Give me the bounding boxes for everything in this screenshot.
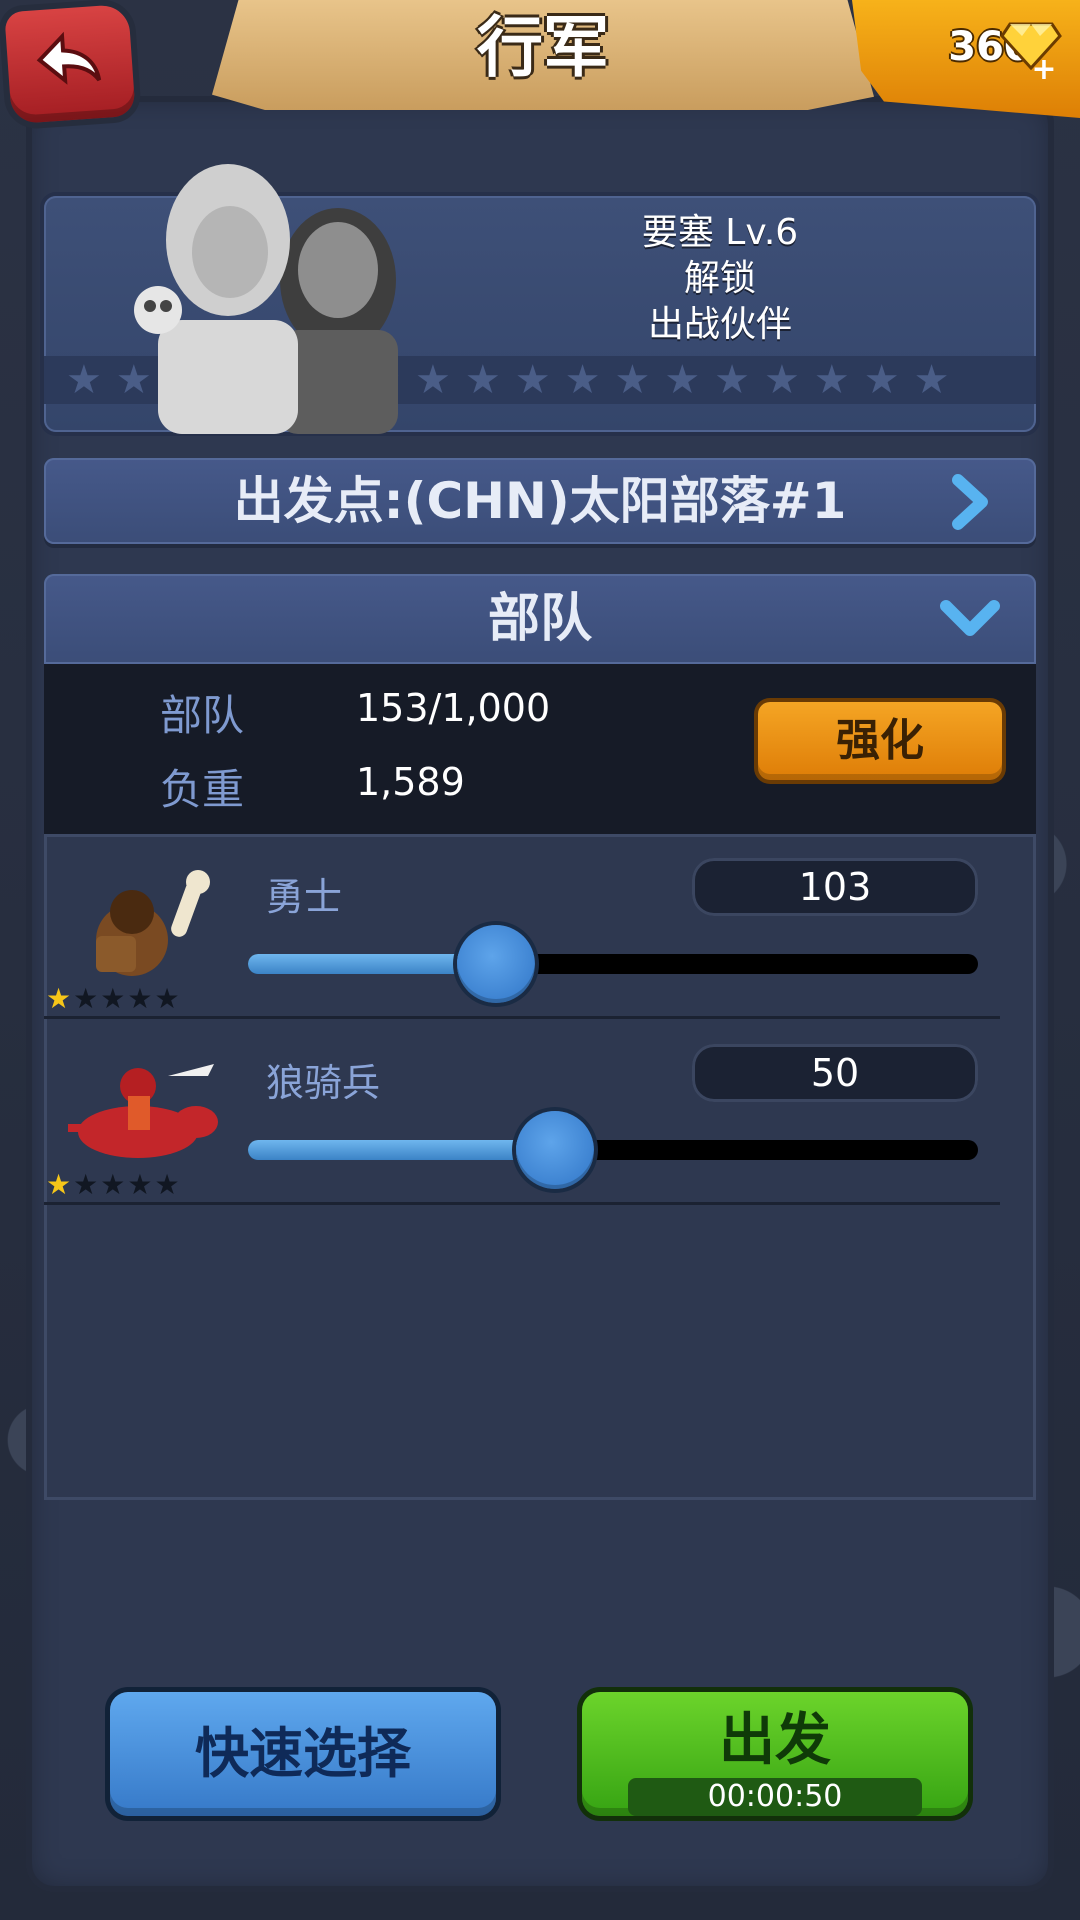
star-icon: ★: [154, 982, 182, 1015]
star-icon: ★: [73, 982, 101, 1015]
chevron-right-icon[interactable]: [948, 474, 994, 530]
warrior-slider-knob[interactable]: [457, 925, 536, 1003]
star-icon: ★: [73, 1168, 101, 1201]
march-timer: 00:00:50: [707, 1779, 843, 1814]
star-icon: ★: [46, 1168, 74, 1201]
unlock-label: 解锁: [683, 258, 756, 299]
plus-icon[interactable]: +: [1030, 55, 1058, 85]
back-arrow-icon: [36, 31, 102, 85]
origin-label: 出发点:(CHN)太阳部落#1: [233, 472, 847, 530]
row-divider: [44, 1016, 1000, 1019]
quick-select-label: 快速选择: [195, 1722, 411, 1785]
back-button[interactable]: [4, 3, 136, 125]
warrior-count-input[interactable]: 103: [692, 858, 978, 916]
star-icon: ★: [100, 1168, 128, 1201]
star-icon: ★: [127, 982, 155, 1015]
row-divider: [44, 1202, 1000, 1205]
star-icon: ★: [100, 982, 128, 1015]
troops-section-title: 部队: [487, 589, 592, 649]
warrior-rank-stars: ★★★★★: [46, 982, 182, 1015]
unlock-feature: 出战伙伴: [647, 304, 792, 345]
wolf-rider-unit-icon: [68, 1064, 218, 1158]
wolf-rider-slider-fill: [248, 1140, 555, 1160]
partner-heroes-image: [134, 164, 398, 434]
load-value: 1,589: [356, 760, 465, 804]
depart-label: 出发: [719, 1708, 831, 1773]
chevron-down-icon[interactable]: [938, 596, 1002, 642]
wolf-rider-count-input[interactable]: 50: [692, 1044, 978, 1102]
page-title: 行军: [477, 9, 609, 86]
wolf-rider-rank-stars: ★★★★★: [46, 1168, 182, 1201]
load-label: 负重: [160, 765, 245, 814]
troops-label: 部队: [160, 691, 245, 740]
star-icon: ★: [46, 982, 74, 1015]
unit-name-wolf-rider: 狼骑兵: [266, 1061, 381, 1105]
unlock-level: 要塞 Lv.6: [641, 212, 799, 253]
unit-name-warrior: 勇士: [266, 875, 343, 919]
star-icon: ★: [154, 1168, 182, 1201]
boost-button-label: 强化: [836, 715, 924, 766]
troops-value: 153/1,000: [356, 686, 551, 730]
warrior-unit-icon: [96, 870, 210, 976]
star-icon: ★: [127, 1168, 155, 1201]
partner-unlock-text: 要塞 Lv.6 解锁 出战伙伴: [600, 210, 840, 348]
wolf-rider-slider-knob[interactable]: [515, 1111, 594, 1189]
